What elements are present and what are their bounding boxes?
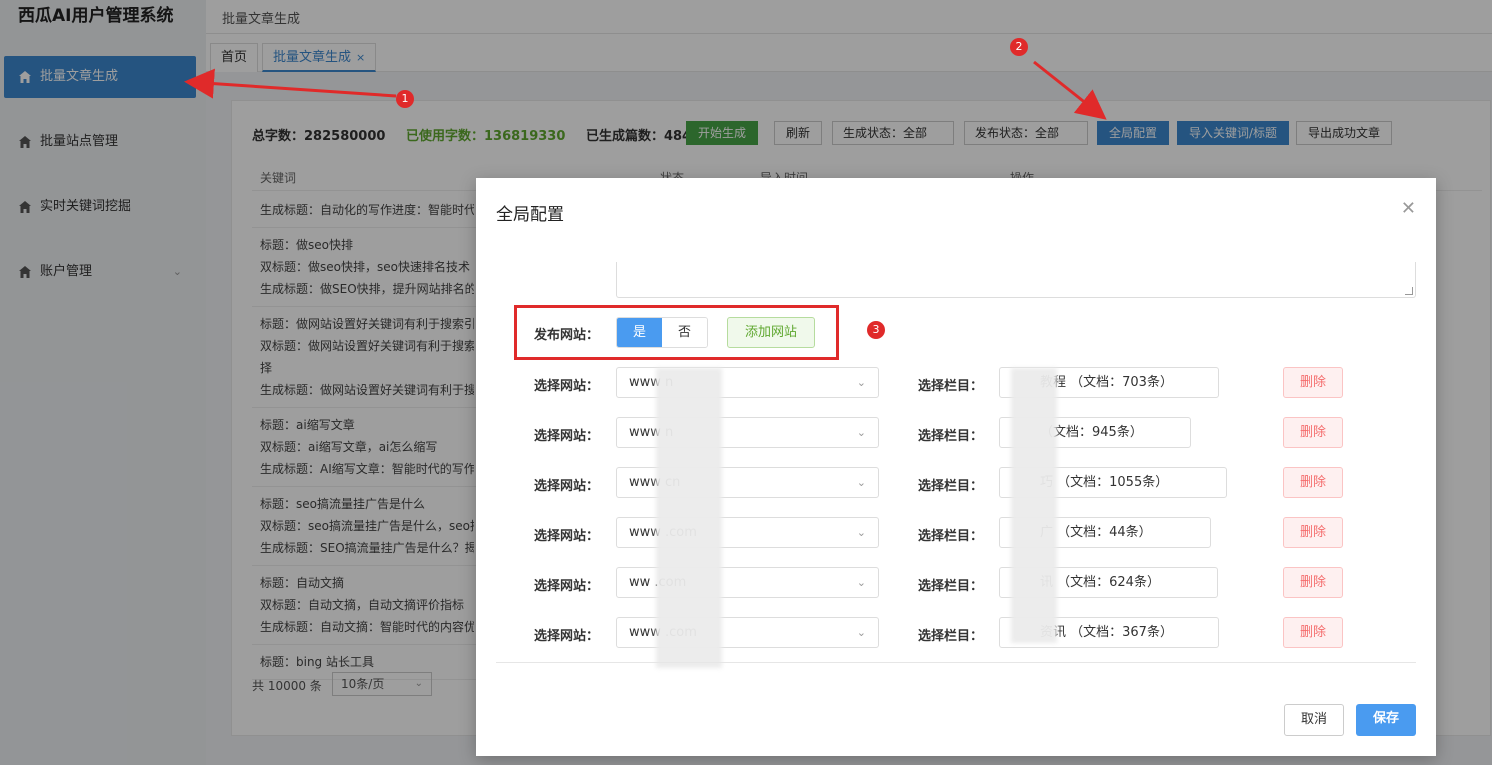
annotation-badge-1: 1	[396, 90, 414, 108]
site-label: 选择网站：	[534, 529, 600, 544]
site-row: 选择网站： www .com⌄ 选择栏目： 资讯 （文档：367条） 删除	[476, 617, 1436, 649]
column-value: 资讯 （文档：367条）	[1040, 625, 1173, 640]
dialog-divider	[496, 662, 1416, 663]
chevron-down-icon: ⌄	[856, 476, 866, 489]
column-label: 选择栏目：	[918, 529, 984, 544]
resize-handle-icon[interactable]	[1405, 287, 1413, 295]
redaction-blur	[1011, 368, 1057, 643]
delete-button[interactable]: 删除	[1283, 417, 1343, 448]
site-label: 选择网站：	[534, 579, 600, 594]
site-label: 选择网站：	[534, 429, 600, 444]
annotation-badge-2: 2	[1010, 38, 1028, 56]
publish-yes-option[interactable]: 是	[617, 318, 662, 347]
chevron-down-icon: ⌄	[856, 426, 866, 439]
publish-site-label: 发布网站：	[534, 328, 600, 343]
column-label: 选择栏目：	[918, 429, 984, 444]
column-label: 选择栏目：	[918, 479, 984, 494]
column-value: 巧 （文档：1055条）	[1040, 475, 1169, 490]
delete-button[interactable]: 删除	[1283, 617, 1343, 648]
column-label: 选择栏目：	[918, 579, 984, 594]
site-label: 选择网站：	[534, 379, 600, 394]
chevron-down-icon: ⌄	[856, 626, 866, 639]
config-textarea[interactable]	[616, 262, 1416, 298]
chevron-down-icon: ⌄	[856, 526, 866, 539]
chevron-down-icon: ⌄	[856, 376, 866, 389]
chevron-down-icon: ⌄	[856, 576, 866, 589]
publish-no-option[interactable]: 否	[662, 318, 707, 347]
site-row: 选择网站： www n ⌄ 选择栏目： （文档：945条） 删除	[476, 417, 1436, 449]
publish-toggle: 是 否	[616, 317, 708, 348]
site-label: 选择网站：	[534, 629, 600, 644]
delete-button[interactable]: 删除	[1283, 517, 1343, 548]
annotation-badge-3: 3	[867, 321, 885, 339]
site-label: 选择网站：	[534, 479, 600, 494]
column-label: 选择栏目：	[918, 629, 984, 644]
delete-button[interactable]: 删除	[1283, 567, 1343, 598]
delete-button[interactable]: 删除	[1283, 467, 1343, 498]
redaction-blur	[656, 368, 722, 668]
cancel-button[interactable]: 取消	[1284, 704, 1344, 736]
site-row: 选择网站： www cn ⌄ 选择栏目： 巧 （文档：1055条） 删除	[476, 467, 1436, 499]
global-config-dialog: 全局配置 ✕ 发布网站： 是 否 添加网站 选择网站： www n ⌄ 选择栏目：…	[476, 178, 1436, 756]
column-label: 选择栏目：	[918, 379, 984, 394]
delete-button[interactable]: 删除	[1283, 367, 1343, 398]
save-button[interactable]: 保存	[1356, 704, 1416, 736]
add-site-button[interactable]: 添加网站	[727, 317, 815, 348]
site-row: 选择网站： www .com⌄ 选择栏目： 广 （文档：44条） 删除	[476, 517, 1436, 549]
column-value: 讯 （文档：624条）	[1040, 575, 1160, 590]
site-row: 选择网站： www n ⌄ 选择栏目： 教程 （文档：703条） 删除	[476, 367, 1436, 399]
site-row: 选择网站： ww .com⌄ 选择栏目： 讯 （文档：624条） 删除	[476, 567, 1436, 599]
dialog-title: 全局配置	[496, 205, 564, 225]
column-value: 教程 （文档：703条）	[1040, 375, 1173, 390]
close-icon[interactable]: ✕	[1401, 198, 1416, 219]
